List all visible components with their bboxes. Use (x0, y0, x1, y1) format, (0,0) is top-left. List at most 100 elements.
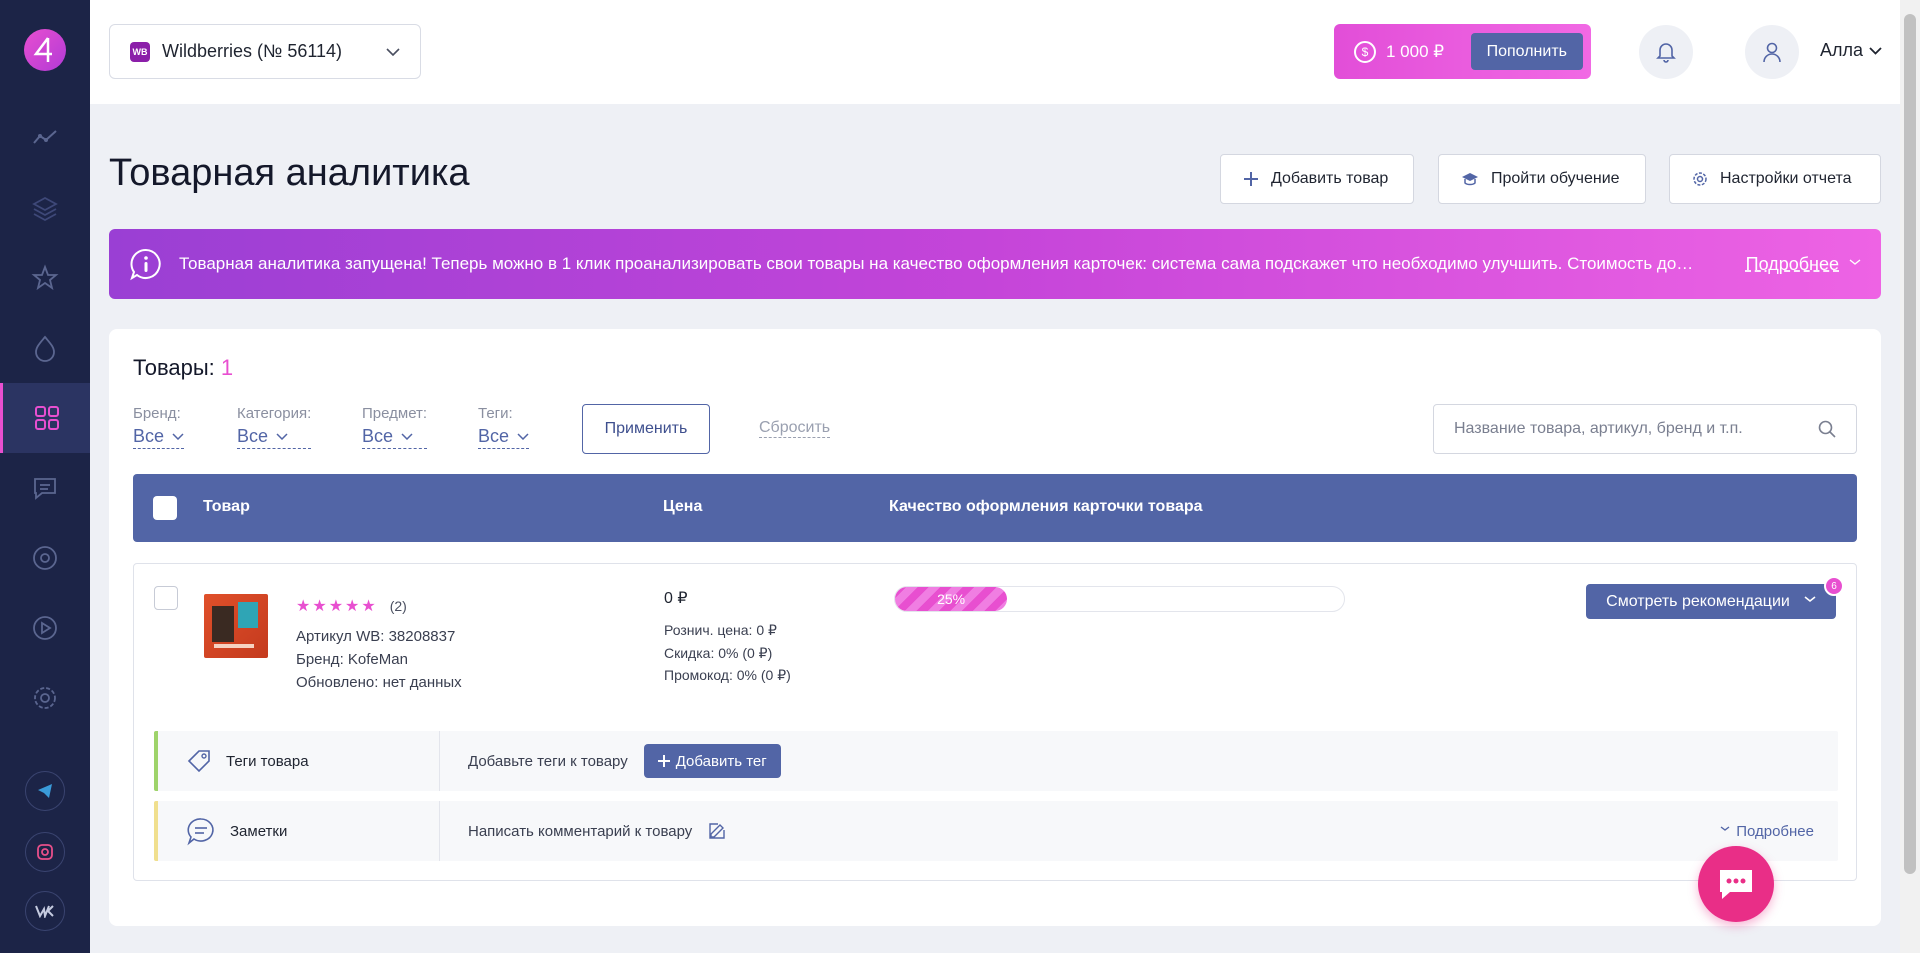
filter-tags-label: Теги: (478, 405, 513, 422)
comment-icon (187, 818, 214, 846)
double-chevron-down-icon (1720, 826, 1730, 831)
rating-count: (2) (389, 598, 407, 614)
notes-hint[interactable]: Написать комментарий к товару (468, 823, 692, 840)
nav-analytics-icon[interactable] (0, 103, 90, 173)
search-input[interactable] (1454, 420, 1818, 438)
plus-icon (657, 755, 670, 767)
logo-icon[interactable] (24, 29, 66, 71)
select-all-checkbox[interactable] (153, 496, 177, 520)
table-row: ★★★★★ (2) Артикул WB: 38208837 Бренд: Ko… (133, 563, 1857, 881)
chevron-down-icon (276, 433, 288, 440)
chat-icon (1720, 870, 1752, 899)
product-brand: Бренд: KofeMan (296, 651, 408, 668)
nav-settings-icon[interactable] (0, 663, 90, 733)
recommendations-badge: 6 (1824, 576, 1844, 596)
product-article: Артикул WB: 38208837 (296, 628, 456, 645)
product-price: 0 ₽ (664, 590, 688, 607)
training-label: Пройти обучение (1491, 170, 1620, 187)
reset-filters-button[interactable]: Сбросить (759, 419, 831, 438)
notes-section-label: Заметки (186, 801, 440, 861)
tags-label: Теги товара (226, 752, 309, 770)
add-product-label: Добавить товар (1271, 170, 1389, 187)
add-product-button[interactable]: Добавить товар (1220, 154, 1414, 204)
report-settings-label: Настройки отчета (1720, 170, 1852, 187)
products-count: 1 (220, 355, 234, 380)
nav-play-icon[interactable] (0, 593, 90, 663)
column-product[interactable]: Товар (203, 498, 250, 516)
product-rating: ★★★★★ (2) (296, 596, 407, 616)
filter-tags-value: Все (478, 426, 510, 446)
filter-subject[interactable]: Предмет: Все (362, 405, 428, 449)
quality-progress-bar: 25% (894, 586, 1345, 612)
notifications-button[interactable] (1639, 25, 1693, 79)
chevron-down-icon (1849, 259, 1861, 265)
info-banner: Товарная аналитика запущена! Теперь можн… (109, 229, 1881, 299)
tags-content: Добавьте теги к товару Добавить тег (468, 731, 781, 791)
topup-button[interactable]: Пополнить (1470, 33, 1583, 70)
nav-chrome-icon[interactable] (0, 523, 90, 593)
balance-amount: 1 000 ₽ (1386, 41, 1445, 61)
support-chat-button[interactable] (1698, 846, 1774, 922)
row-checkbox[interactable] (154, 586, 178, 610)
nav-star-icon[interactable] (0, 243, 90, 313)
plus-icon (1244, 172, 1258, 186)
tags-section-label: Теги товара (186, 731, 440, 791)
column-price[interactable]: Цена (663, 498, 702, 516)
scrollbar-thumb[interactable] (1904, 14, 1916, 874)
nav-layers-icon[interactable] (0, 173, 90, 243)
filter-category-value: Все (237, 426, 269, 446)
graduation-cap-icon (1462, 173, 1478, 186)
nav-fire-icon[interactable] (0, 313, 90, 383)
add-tag-label: Добавить тег (675, 752, 767, 770)
notes-content[interactable]: Написать комментарий к товару (468, 801, 726, 861)
nav-products-icon[interactable] (0, 383, 90, 453)
filter-brand-label: Бренд: (133, 405, 181, 422)
chevron-down-icon (517, 433, 529, 440)
apply-filters-button[interactable]: Применить (582, 404, 710, 454)
vk-icon[interactable] (25, 891, 65, 931)
add-tag-button[interactable]: Добавить тег (643, 744, 781, 778)
wb-logo-icon: WB (130, 41, 150, 62)
telegram-icon[interactable] (25, 771, 65, 811)
training-button[interactable]: Пройти обучение (1438, 154, 1646, 204)
edit-icon[interactable] (708, 822, 726, 840)
products-title-label: Товары: (133, 355, 215, 380)
products-count-title: Товары: 1 (133, 355, 233, 381)
filter-tags[interactable]: Теги: Все (478, 405, 530, 449)
products-card: Товары: 1 Бренд: Все Категория: Все Пред… (109, 329, 1881, 926)
search-icon[interactable] (1818, 420, 1836, 438)
report-settings-button[interactable]: Настройки отчета (1669, 154, 1881, 204)
filter-brand-value: Все (133, 426, 165, 446)
product-tags-row: Теги товара Добавьте теги к товару Добав… (154, 731, 1838, 791)
quality-percent: 25% (937, 591, 966, 607)
chevron-down-icon (401, 433, 413, 440)
avatar[interactable] (1745, 25, 1799, 79)
filter-category[interactable]: Категория: Все (237, 405, 312, 449)
store-select[interactable]: WB Wildberries (№ 56114) (109, 24, 421, 79)
filter-brand[interactable]: Бренд: Все (133, 405, 185, 449)
page-scrollbar[interactable] (1900, 0, 1920, 953)
balance-panel: $ 1 000 ₽ Пополнить (1334, 24, 1591, 79)
product-thumbnail[interactable] (204, 594, 268, 658)
store-name: Wildberries (№ 56114) (162, 41, 343, 61)
filter-category-label: Категория: (237, 405, 312, 422)
product-notes-row: Заметки Написать комментарий к товару По… (154, 801, 1838, 861)
page-title: Товарная аналитика (109, 152, 470, 194)
promo: Промокод: 0% (0 ₽) (664, 667, 791, 683)
tags-hint: Добавьте теги к товару (468, 752, 628, 770)
view-recommendations-button[interactable]: Смотреть рекомендации (1586, 584, 1836, 619)
instagram-icon[interactable] (25, 832, 65, 872)
notes-label: Заметки (230, 822, 288, 840)
banner-more-link[interactable]: Подробнее (1746, 254, 1839, 275)
tag-icon (187, 750, 210, 773)
chevron-down-icon (172, 433, 184, 440)
filter-subject-label: Предмет: (362, 405, 428, 422)
nav-chat-icon[interactable] (0, 453, 90, 523)
user-menu[interactable]: Алла (1820, 40, 1882, 61)
search-box (1433, 404, 1857, 454)
filter-subject-value: Все (362, 426, 394, 446)
discount: Скидка: 0% (0 ₽) (664, 645, 773, 661)
column-quality[interactable]: Качество оформления карточки товара (889, 498, 1203, 516)
banner-text: Товарная аналитика запущена! Теперь можн… (179, 254, 1694, 273)
chevron-down-icon (386, 47, 400, 56)
